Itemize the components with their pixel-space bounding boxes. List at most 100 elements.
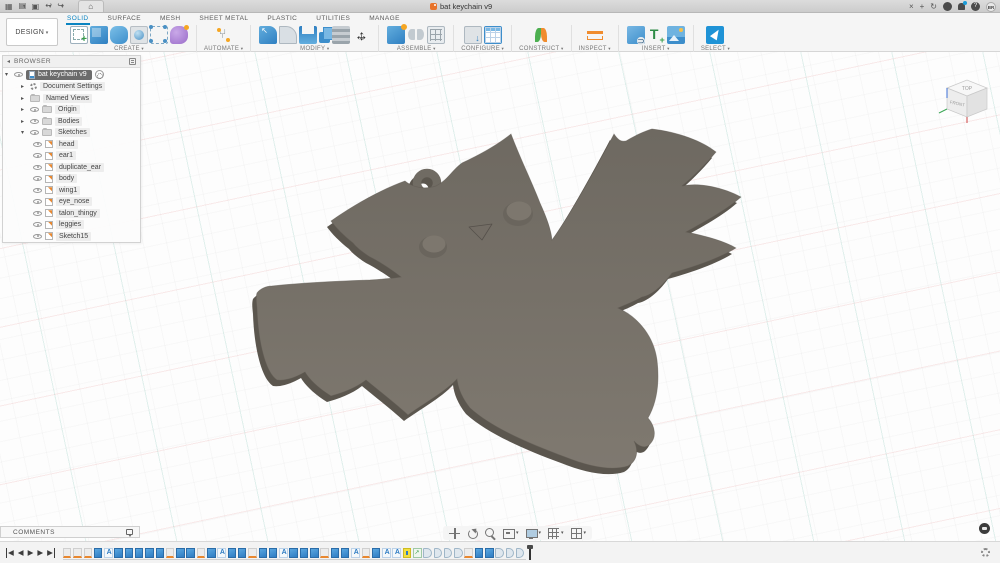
group-label-modify[interactable]: MODIFY xyxy=(300,46,329,52)
expand-icon[interactable]: ▾ xyxy=(5,71,11,78)
browser-node-named-views[interactable]: ▸Named Views xyxy=(3,93,140,105)
visibility-eye-icon[interactable] xyxy=(33,222,42,227)
expand-icon[interactable]: ▸ xyxy=(21,118,27,125)
timeline-feature-extrude-20[interactable] xyxy=(259,548,268,558)
timeline-feature-text-22[interactable] xyxy=(279,548,288,558)
timeline-feature-extrude-13[interactable] xyxy=(186,548,195,558)
step-forward-button[interactable]: ▶ xyxy=(37,548,43,558)
bat-body-face[interactable] xyxy=(256,129,741,468)
collapse-browser-icon[interactable]: ◂ xyxy=(7,58,10,65)
view-cube[interactable]: TOP FRONT xyxy=(936,70,994,128)
timeline-feature-extrude-31[interactable] xyxy=(372,548,381,558)
browser-root-row[interactable]: ▾ bat keychain v9 xyxy=(3,68,140,81)
tab-mesh[interactable]: MESH xyxy=(159,14,181,25)
timeline-feature-sketch-1[interactable] xyxy=(63,548,72,558)
display-tool-icon[interactable] xyxy=(526,528,537,539)
timeline-feature-extrude-41[interactable] xyxy=(475,548,484,558)
grid-tool-icon[interactable] xyxy=(548,528,559,539)
feedback-badge-icon[interactable] xyxy=(979,523,990,534)
new-tab-icon[interactable]: + xyxy=(920,1,925,12)
group-label-inspect[interactable]: INSPECT xyxy=(579,46,611,52)
keyring-loop[interactable] xyxy=(417,173,437,193)
group-label-insert[interactable]: INSERT xyxy=(642,46,670,52)
sketch-item-leggies[interactable]: leggies xyxy=(3,219,140,231)
bat-left-eye[interactable] xyxy=(419,236,447,258)
timeline-feature-sketch-40[interactable] xyxy=(464,548,473,558)
extensions-icon[interactable] xyxy=(943,2,952,11)
group-label-automate[interactable]: AUTOMATE xyxy=(204,46,243,52)
timeline-feature-fillet-37[interactable] xyxy=(434,548,443,558)
create-text-icon[interactable] xyxy=(647,26,665,44)
revolve-icon[interactable] xyxy=(130,26,148,44)
notifications-icon[interactable] xyxy=(958,3,965,10)
views-tool-icon[interactable] xyxy=(571,528,582,539)
timeline-feature-extrude-42[interactable] xyxy=(485,548,494,558)
tab-plastic[interactable]: PLASTIC xyxy=(266,14,298,25)
visibility-eye-icon[interactable] xyxy=(30,130,39,135)
visibility-eye-icon[interactable] xyxy=(33,165,42,170)
undo-icon[interactable]: ↩▾ xyxy=(45,0,51,13)
redo-icon[interactable]: ↪▾ xyxy=(57,0,63,13)
timeline-feature-extrude-27[interactable] xyxy=(331,548,340,558)
form-icon[interactable] xyxy=(110,26,128,44)
visibility-eye-icon[interactable] xyxy=(33,211,42,216)
timeline-feature-text-5[interactable] xyxy=(104,548,113,558)
sketch-item-Sketch15[interactable]: Sketch15 xyxy=(3,231,140,243)
file-menu-icon[interactable]: ▤▾ xyxy=(19,0,26,13)
visibility-eye-icon[interactable] xyxy=(33,234,42,239)
group-label-assemble[interactable]: ASSEMBLE xyxy=(397,46,436,52)
group-label-select[interactable]: SELECT xyxy=(701,46,730,52)
timeline-feature-text-32[interactable] xyxy=(382,548,391,558)
model-viewport[interactable]: TOP FRONT xyxy=(0,13,1000,563)
browser-node-sketches[interactable]: ▾Sketches xyxy=(3,127,140,139)
timeline-feature-extrude-6[interactable] xyxy=(114,548,123,558)
tab-utilities[interactable]: UTILITIES xyxy=(315,14,351,25)
visibility-eye-icon[interactable] xyxy=(33,188,42,193)
skip-to-end-button[interactable]: ▶ xyxy=(47,548,55,558)
dropdown-caret-icon[interactable]: ▾ xyxy=(561,530,564,536)
sketch-item-talon_thingy[interactable]: talon_thingy xyxy=(3,208,140,220)
tab-surface[interactable]: SURFACE xyxy=(107,14,143,25)
browser-header[interactable]: ◂ BROWSER xyxy=(3,56,140,68)
timeline-feature-extrude-18[interactable] xyxy=(238,548,247,558)
browser-node-bodies[interactable]: ▸Bodies xyxy=(3,116,140,128)
sketch-item-eye_nose[interactable]: eye_nose xyxy=(3,196,140,208)
tab-manage[interactable]: MANAGE xyxy=(368,14,401,25)
group-label-construct[interactable]: CONSTRUCT xyxy=(519,46,563,52)
move-copy-icon[interactable] xyxy=(352,26,370,44)
sketch-item-ear1[interactable]: ear1 xyxy=(3,150,140,162)
visibility-eye-icon[interactable] xyxy=(30,107,39,112)
zoom-tool-icon[interactable] xyxy=(485,528,496,539)
timeline-feature-extrude-12[interactable] xyxy=(176,548,185,558)
select-cursor-icon[interactable] xyxy=(706,26,724,44)
save-icon[interactable]: ▣ xyxy=(32,1,40,12)
sketch-item-duplicate_ear[interactable]: duplicate_ear xyxy=(3,162,140,174)
browser-filter-icon[interactable] xyxy=(129,58,136,65)
timeline-feature-fillet-38[interactable] xyxy=(444,548,453,558)
timeline-feature-selected-34[interactable] xyxy=(403,548,412,558)
expand-icon[interactable]: ▸ xyxy=(21,106,27,113)
timeline-feature-sketch-30[interactable] xyxy=(362,548,371,558)
insert-canvas-icon[interactable] xyxy=(667,26,685,44)
help-icon[interactable]: ? xyxy=(971,2,980,11)
timeline-feature-extrude-21[interactable] xyxy=(269,548,278,558)
create-sketch-icon[interactable] xyxy=(70,26,88,44)
tab-solid[interactable]: SOLID xyxy=(66,14,90,25)
workspace-selector[interactable]: DESIGN xyxy=(6,18,58,46)
browser-node-document-settings[interactable]: ▸Document Settings xyxy=(3,81,140,93)
timeline-feature-text-33[interactable] xyxy=(392,548,401,558)
document-settings-gear-icon[interactable] xyxy=(95,70,104,79)
comments-bar[interactable]: COMMENTS xyxy=(0,526,140,538)
timeline-feature-extrude-9[interactable] xyxy=(145,548,154,558)
close-tab-icon[interactable]: × xyxy=(909,1,914,12)
visibility-eye-icon[interactable] xyxy=(33,176,42,181)
browser-node-origin[interactable]: ▸Origin xyxy=(3,104,140,116)
timeline-feature-extrude-4[interactable] xyxy=(94,548,103,558)
timeline-feature-extrude-10[interactable] xyxy=(156,548,165,558)
bat-keychain-model[interactable] xyxy=(0,13,1000,563)
orbit-tool-icon[interactable] xyxy=(467,528,478,539)
sketch-scale-icon[interactable] xyxy=(150,26,168,44)
timeline-feature-sketch-19[interactable] xyxy=(248,548,257,558)
timeline-position-marker[interactable] xyxy=(527,545,534,560)
sketch-item-body[interactable]: body xyxy=(3,173,140,185)
